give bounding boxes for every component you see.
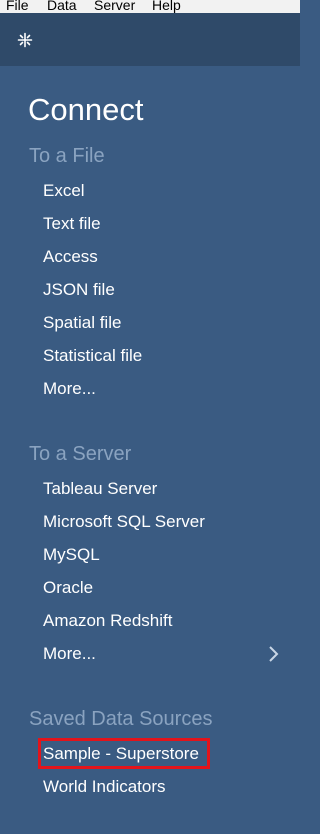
- menu-server[interactable]: Server: [94, 0, 135, 13]
- connect-text-file[interactable]: Text file: [43, 213, 101, 235]
- connect-microsoft-sql-server[interactable]: Microsoft SQL Server: [43, 511, 205, 533]
- tableau-logo-icon[interactable]: [16, 31, 34, 49]
- menu-bar: File Data Server Help: [0, 0, 300, 13]
- connect-oracle[interactable]: Oracle: [43, 577, 93, 599]
- saved-source-world-indicators[interactable]: World Indicators: [43, 776, 166, 798]
- connect-tableau-server[interactable]: Tableau Server: [43, 478, 157, 500]
- toolbar: [0, 13, 300, 66]
- menu-help[interactable]: Help: [152, 0, 181, 13]
- section-saved-data-sources: Saved Data Sources: [29, 708, 213, 730]
- menu-file[interactable]: File: [6, 0, 29, 13]
- connect-title: Connect: [28, 92, 144, 127]
- connect-file-more[interactable]: More...: [43, 378, 96, 400]
- connect-statistical-file[interactable]: Statistical file: [43, 345, 142, 367]
- connect-server-more[interactable]: More...: [43, 643, 96, 665]
- menu-data[interactable]: Data: [47, 0, 77, 13]
- chevron-right-icon[interactable]: [265, 643, 281, 665]
- connect-mysql[interactable]: MySQL: [43, 544, 100, 566]
- connect-excel[interactable]: Excel: [43, 180, 85, 202]
- connect-access[interactable]: Access: [43, 246, 98, 268]
- saved-source-sample-superstore[interactable]: Sample - Superstore: [43, 743, 199, 765]
- connect-json-file[interactable]: JSON file: [43, 279, 115, 301]
- section-to-a-file: To a File: [29, 145, 105, 167]
- section-to-a-server: To a Server: [29, 443, 132, 465]
- connect-spatial-file[interactable]: Spatial file: [43, 312, 121, 334]
- connect-amazon-redshift[interactable]: Amazon Redshift: [43, 610, 172, 632]
